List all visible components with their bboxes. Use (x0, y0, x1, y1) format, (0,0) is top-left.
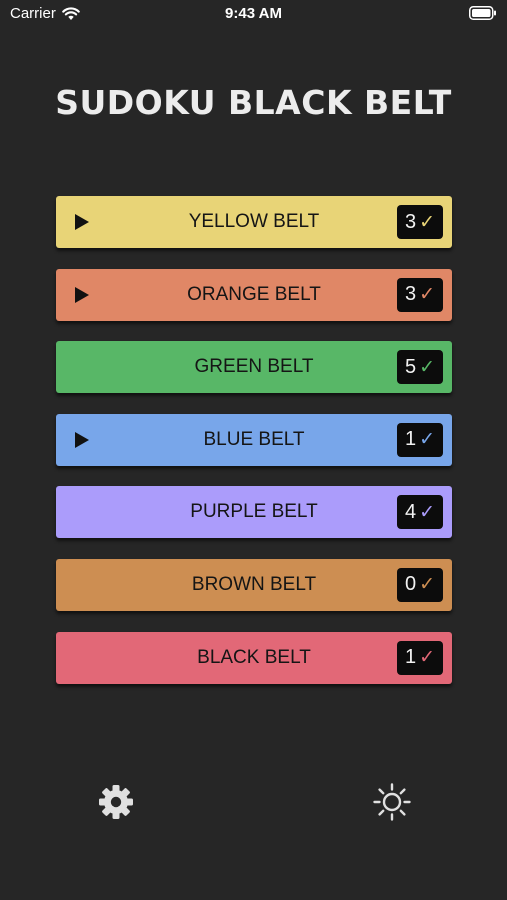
belt-label: BLACK BELT (197, 646, 311, 668)
green-belt-button[interactable]: GREEN BELT 5 ✓ (56, 341, 452, 394)
battery-icon (469, 6, 496, 20)
app-title: SUDOKU BLACK BELT (55, 83, 452, 122)
completed-count-badge: 3 ✓ (397, 277, 443, 312)
completed-count-badge: 3 ✓ (397, 205, 443, 239)
app-screen: Carrier 9:43 AM SUDOKU BLACK BELT YELLOW… (0, 0, 507, 900)
brown-belt-button[interactable]: BROWN BELT 0 ✓ (56, 558, 452, 611)
purple-belt-button[interactable]: PURPLE BELT 4 ✓ (56, 486, 452, 539)
belt-label: YELLOW BELT (188, 211, 320, 232)
completed-count-badge: 5 ✓ (397, 350, 443, 385)
completed-count: 1 (404, 428, 417, 451)
status-right (469, 6, 497, 24)
completed-count: 1 (404, 646, 417, 669)
checkmark-icon: ✓ (419, 647, 436, 669)
status-time: 9:43 AM (225, 5, 282, 22)
completed-count: 3 (404, 210, 417, 233)
belt-label: BROWN BELT (191, 573, 317, 595)
checkmark-icon: ✓ (419, 211, 436, 233)
settings-button[interactable] (96, 782, 136, 822)
completed-count-badge: 0 ✓ (397, 567, 443, 602)
completed-count: 3 (404, 283, 417, 306)
belt-label: BLUE BELT (203, 428, 305, 450)
black-belt-button[interactable]: BLACK BELT 1 ✓ (56, 631, 452, 684)
gear-icon (99, 785, 133, 819)
sun-icon (373, 783, 411, 821)
completed-count: 0 (404, 573, 417, 596)
status-bar: Carrier 9:43 AM (0, 0, 507, 28)
checkmark-icon: ✓ (419, 574, 436, 596)
belt-label: PURPLE BELT (190, 501, 318, 523)
orange-belt-button[interactable]: ORANGE BELT 3 ✓ (56, 268, 452, 321)
belt-list: YELLOW BELT 3 ✓ ORANGE BELT 3 ✓ GREEN BELT 5 ✓ BL… (56, 196, 452, 704)
completed-count-badge: 1 ✓ (397, 422, 443, 457)
checkmark-icon: ✓ (419, 501, 436, 523)
blue-belt-button[interactable]: BLUE BELT 1 ✓ (56, 413, 452, 466)
completed-count-badge: 4 ✓ (397, 495, 443, 530)
belt-label: GREEN BELT (194, 356, 314, 378)
belt-label: ORANGE BELT (187, 283, 321, 305)
theme-toggle-button[interactable] (372, 782, 412, 822)
checkmark-icon: ✓ (419, 429, 436, 451)
completed-count: 5 (404, 355, 417, 378)
checkmark-icon: ✓ (419, 284, 436, 306)
completed-count: 4 (404, 500, 417, 523)
checkmark-icon: ✓ (419, 356, 436, 378)
yellow-belt-button[interactable]: YELLOW BELT 3 ✓ (56, 196, 452, 248)
completed-count-badge: 1 ✓ (397, 640, 443, 675)
